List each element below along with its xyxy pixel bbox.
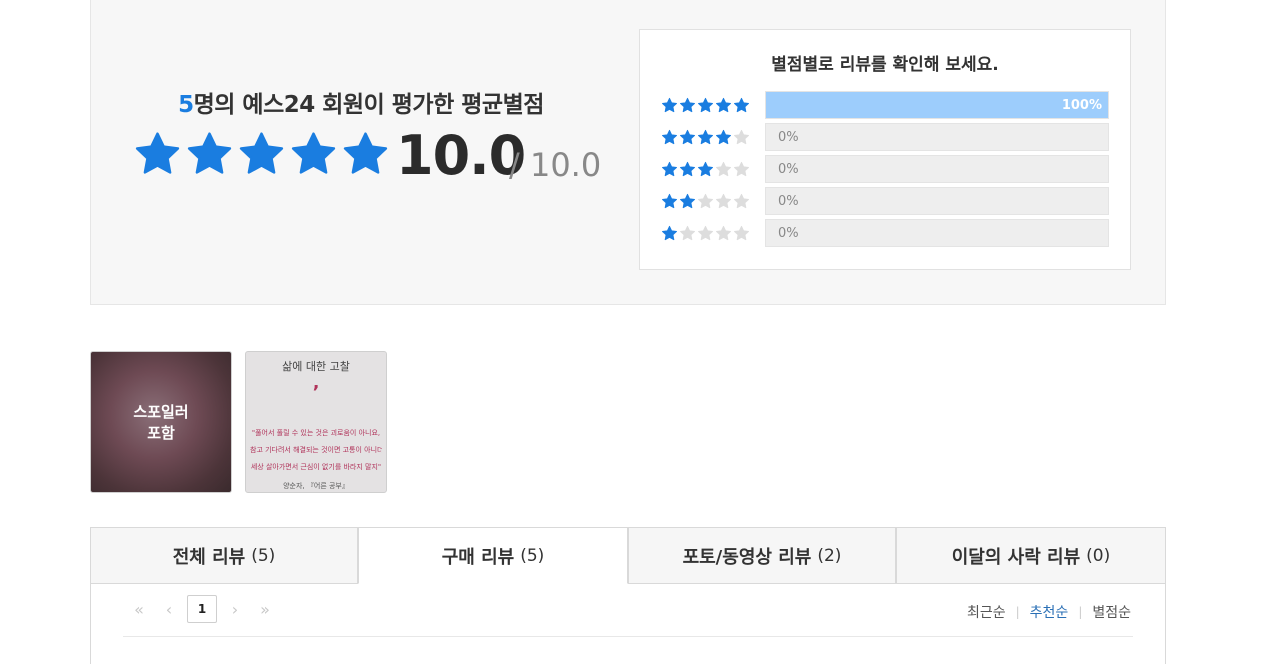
max-score: / 10.0 [509, 146, 602, 184]
star-filled-icon [343, 132, 388, 174]
photo-quote-line: "풀어서 풀릴 수 있는 것은 괴로움이 아니요, [251, 429, 381, 437]
pagination: « ‹ 1 › » [127, 595, 277, 623]
average-rating-title: 5명의 예스24 회원이 평가한 평균별점 [91, 85, 631, 119]
spoiler-label: 스포일러 포함 [91, 402, 231, 444]
rating-bar: 0% [765, 155, 1109, 183]
rating-summary-panel: 5명의 예스24 회원이 평가한 평균별점 10.0 / 10.0 별점별로 리… [90, 0, 1166, 305]
sort-separator: | [1078, 605, 1083, 619]
tab-label: 이달의 사락 리뷰 [951, 546, 1081, 568]
star-filled-icon [239, 132, 284, 174]
star-empty-icon [733, 161, 750, 177]
rating-row-4-stars[interactable]: 0% [661, 123, 1110, 151]
rating-row-2-stars[interactable]: 0% [661, 187, 1110, 215]
sort-rating[interactable]: 별점순 [1092, 602, 1131, 622]
row-star-rating [661, 129, 750, 146]
rating-percent-label: 100% [1061, 98, 1102, 113]
rating-bar: 0% [765, 123, 1109, 151]
sort-separator: | [1015, 605, 1020, 619]
star-empty-icon [697, 193, 714, 209]
row-star-rating [661, 161, 750, 178]
star-empty-icon [715, 161, 732, 177]
star-filled-icon [715, 97, 732, 113]
tab-photo-video-reviews[interactable]: 포토/동영상 리뷰 (2) [628, 527, 896, 584]
row-star-rating [661, 97, 750, 114]
tab-label: 전체 리뷰 [172, 546, 246, 568]
star-filled-icon [679, 161, 696, 177]
photo-quote-source: 양순자, 『어른 공부』 [283, 482, 349, 490]
rating-bar: 100% [765, 91, 1109, 119]
sort-options: 최근순 | 추천순 | 별점순 [967, 602, 1131, 622]
star-empty-icon [733, 193, 750, 209]
review-list-area: « ‹ 1 › » 최근순 | 추천순 | 별점순 [90, 584, 1166, 664]
rating-percent-label: 0% [778, 162, 799, 177]
star-filled-icon [187, 132, 232, 174]
star-filled-icon [697, 161, 714, 177]
sort-recent[interactable]: 최근순 [967, 602, 1006, 622]
star-filled-icon [661, 225, 678, 241]
photo-quote-mark: ’ [312, 382, 320, 403]
tab-count: (5) [251, 545, 276, 566]
rating-bar: 0% [765, 187, 1109, 215]
star-filled-icon [679, 129, 696, 145]
rating-percent-label: 0% [778, 194, 799, 209]
star-empty-icon [733, 225, 750, 241]
rating-bar-fill [766, 92, 1108, 118]
tab-all-reviews[interactable]: 전체 리뷰 (5) [90, 527, 358, 584]
rating-row-3-stars[interactable]: 0% [661, 155, 1110, 183]
tab-label: 구매 리뷰 [441, 546, 515, 568]
rating-distribution-title: 별점별로 리뷰를 확인해 보세요. [771, 55, 999, 75]
row-star-rating [661, 193, 750, 210]
star-empty-icon [733, 129, 750, 145]
spoiler-label-line1: 스포일러 [133, 403, 189, 421]
tab-count: (5) [520, 545, 545, 566]
average-rating-title-text: 명의 예스24 회원이 평가한 평균별점 [193, 92, 545, 118]
rating-percent-label: 0% [778, 226, 799, 241]
star-filled-icon [697, 97, 714, 113]
last-page-icon[interactable]: » [253, 596, 277, 622]
photo-quote-line: 세상 살아가면서 근심이 없기를 바라지 말지" [250, 463, 382, 471]
star-filled-icon [291, 132, 336, 174]
star-filled-icon [697, 129, 714, 145]
tab-label: 포토/동영상 리뷰 [682, 546, 812, 568]
reviewer-count: 5 [178, 92, 194, 118]
review-photo-spoiler[interactable]: 스포일러 포함 [90, 351, 232, 493]
star-filled-icon [661, 193, 678, 209]
star-filled-icon [733, 97, 750, 113]
star-filled-icon [135, 132, 180, 174]
review-tabs: 전체 리뷰 (5) 구매 리뷰 (5) 포토/동영상 리뷰 (2) 이달의 사락 리뷰… [90, 527, 1166, 585]
first-page-icon[interactable]: « [127, 596, 151, 622]
tab-monthly-sarak-reviews[interactable]: 이달의 사락 리뷰 (0) [896, 527, 1166, 584]
star-filled-icon [679, 193, 696, 209]
sort-recommended[interactable]: 추천순 [1030, 602, 1069, 622]
rating-distribution-box: 별점별로 리뷰를 확인해 보세요. 100% 0% 0% 0% 0% [639, 29, 1131, 270]
prev-page-icon[interactable]: ‹ [157, 596, 181, 622]
spoiler-label-line2: 포함 [147, 424, 175, 442]
row-star-rating [661, 225, 750, 242]
star-empty-icon [679, 225, 696, 241]
average-score: 10.0 [396, 124, 526, 187]
star-filled-icon [661, 129, 678, 145]
photo-quote-title: 삶에 대한 고찰 [282, 360, 350, 373]
review-photo-quote[interactable]: 삶에 대한 고찰 ’ "풀어서 풀릴 수 있는 것은 괴로움이 아니요, 참고 … [245, 351, 387, 493]
star-empty-icon [715, 193, 732, 209]
next-page-icon[interactable]: › [223, 596, 247, 622]
tab-count: (0) [1086, 545, 1111, 566]
star-filled-icon [661, 161, 678, 177]
star-filled-icon [715, 129, 732, 145]
page-number-button[interactable]: 1 [187, 595, 217, 623]
divider [123, 636, 1133, 637]
tab-purchase-reviews[interactable]: 구매 리뷰 (5) [358, 527, 628, 584]
rating-row-5-stars[interactable]: 100% [661, 91, 1110, 119]
star-filled-icon [679, 97, 696, 113]
photo-quote-line: 참고 기다려서 해결되는 것이면 고통이 아니더라, [250, 446, 382, 454]
star-empty-icon [697, 225, 714, 241]
tab-count: (2) [817, 545, 842, 566]
star-empty-icon [715, 225, 732, 241]
star-filled-icon [661, 97, 678, 113]
rating-bar: 0% [765, 219, 1109, 247]
rating-row-1-stars[interactable]: 0% [661, 219, 1110, 247]
rating-percent-label: 0% [778, 130, 799, 145]
average-star-rating [133, 130, 390, 179]
